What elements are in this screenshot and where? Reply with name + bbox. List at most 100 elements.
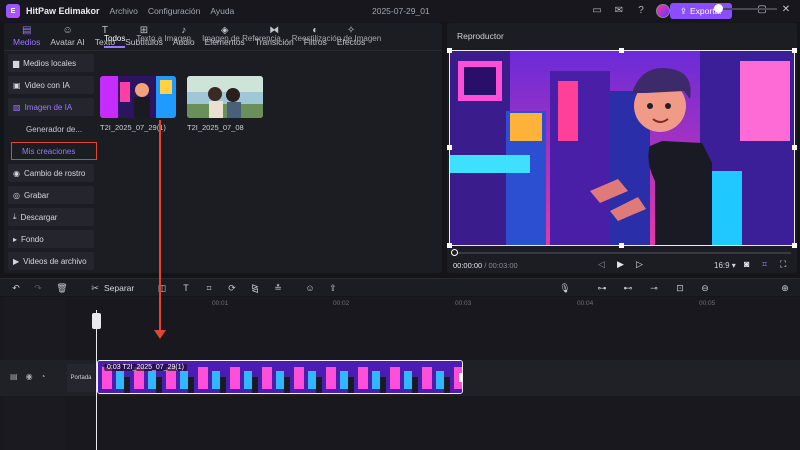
stock-video-icon: ▶: [13, 256, 20, 266]
close-icon[interactable]: ✕: [780, 4, 792, 16]
menu-archivo[interactable]: Archivo: [110, 6, 138, 16]
zoom-in-icon[interactable]: ⊕: [779, 282, 791, 294]
media-thumbnail-1[interactable]: [100, 76, 176, 118]
menu-configuracion[interactable]: Configuración: [148, 6, 200, 16]
current-time: 00:00:00: [453, 261, 483, 270]
snap-icon[interactable]: ⊷: [622, 282, 634, 294]
ruler-label: 00:02: [333, 300, 350, 307]
ai-video-icon: ▣: [13, 80, 21, 90]
fullscreen-icon[interactable]: ⛶: [780, 259, 786, 270]
cover-thumbnail[interactable]: Portada: [67, 364, 95, 392]
sidebar-item-grabar[interactable]: ◎ Grabar: [8, 186, 94, 204]
subtab-texto-imagen[interactable]: Texto a Imagen: [136, 34, 191, 48]
timeline-ruler[interactable]: [96, 298, 800, 310]
split-button[interactable]: Separar: [104, 283, 134, 293]
subtab-todos[interactable]: Todos: [104, 34, 125, 48]
menu-ayuda[interactable]: Ayuda: [210, 6, 234, 16]
subtab-reestilizacion[interactable]: Reestilización de Imagen: [292, 34, 381, 48]
resize-handle-tr[interactable]: [792, 48, 797, 53]
avatar[interactable]: [656, 4, 670, 18]
adjust-icon[interactable]: ≛: [272, 282, 284, 294]
aspect-ratio-select[interactable]: 16:9 ▾: [714, 261, 736, 270]
rotate-icon[interactable]: ⟳: [226, 282, 238, 294]
sidebar-item-medios-locales[interactable]: ▆ Medios locales: [8, 54, 94, 72]
crop-tool-icon[interactable]: ⌗: [203, 282, 215, 294]
track-mute-icon[interactable]: ◔: [41, 372, 46, 381]
tab-avatar-ai[interactable]: ☺ Avatar AI: [45, 25, 89, 50]
sidebar-item-generador[interactable]: Generador de...: [8, 120, 94, 138]
text-tool-icon[interactable]: T: [180, 282, 192, 294]
sidebar-item-mis-creaciones[interactable]: Mis creaciones: [11, 142, 97, 160]
sidebar-item-videos-archivo[interactable]: ▶ Videos de archivo: [8, 252, 94, 270]
ruler-label: 00:04: [577, 300, 594, 307]
ruler-label: 00:05: [699, 300, 716, 307]
delete-icon[interactable]: 🗑: [56, 282, 68, 294]
undo-icon[interactable]: ↶: [10, 282, 22, 294]
sidebar-item-descargar[interactable]: ⤓ Descargar: [8, 208, 94, 226]
freeze-icon[interactable]: ◫: [156, 282, 168, 294]
clip-trim-handle[interactable]: [459, 373, 462, 382]
zoom-slider[interactable]: [715, 8, 777, 10]
preview-video[interactable]: [449, 50, 795, 246]
folder-icon: ▤: [21, 25, 32, 36]
sidebar-item-cambio-rostro[interactable]: ◉ Cambio de rostro: [8, 164, 94, 182]
record-icon: ◎: [13, 190, 20, 200]
folder-icon: ▆: [13, 58, 20, 68]
project-name: 2025-07-29_01: [372, 6, 430, 16]
fit-icon[interactable]: ⊡: [674, 282, 686, 294]
feedback-icon[interactable]: ✉: [612, 4, 626, 18]
ai-image-icon: ▧: [13, 102, 21, 112]
layout-icon[interactable]: ▭: [590, 4, 604, 18]
track-visibility-icon[interactable]: ◉: [26, 372, 33, 381]
clip-label: 0:03 T2I_2025_07_29(1): [104, 364, 187, 371]
help-icon[interactable]: ?: [634, 4, 648, 18]
play-icon[interactable]: ▶: [617, 259, 624, 270]
sidebar-item-video-ia[interactable]: ▣ Video con IA: [8, 76, 94, 94]
track-stack-icon[interactable]: ▤: [10, 372, 18, 381]
playhead-handle[interactable]: [92, 313, 101, 329]
snapshot-icon[interactable]: ◙: [744, 259, 749, 269]
redo-icon[interactable]: ↷: [32, 282, 44, 294]
scissors-icon[interactable]: ✂: [89, 282, 101, 294]
export-button[interactable]: ⇪ Exportar: [670, 3, 732, 19]
crop-icon[interactable]: ⌗: [762, 259, 767, 270]
zoom-slider-knob[interactable]: [714, 4, 723, 13]
resize-handle-l[interactable]: [447, 145, 452, 150]
zoom-out-icon[interactable]: ⊖: [699, 282, 711, 294]
title-tools: ▭ ✉ ?: [590, 4, 670, 18]
minimize-icon[interactable]: –: [732, 4, 744, 16]
link-icon[interactable]: ⊶: [596, 282, 608, 294]
microphone-icon[interactable]: 🎙: [559, 282, 571, 294]
total-time: 00:03:00: [488, 261, 518, 270]
face-icon[interactable]: ☺: [304, 282, 316, 294]
playhead[interactable]: [96, 310, 97, 450]
player-progress-bar[interactable]: [453, 252, 791, 254]
player-progress-knob[interactable]: [451, 249, 458, 256]
sidebar-item-fondo[interactable]: ▸ Fondo: [8, 230, 94, 248]
resize-handle-r[interactable]: [792, 145, 797, 150]
sidebar-item-imagen-ia[interactable]: ▧ Imagen de IA: [8, 98, 94, 116]
mirror-icon[interactable]: ⧎: [249, 282, 261, 294]
media-thumbnail-2-label: T2I_2025_07_08: [187, 123, 244, 132]
resize-handle-tl[interactable]: [447, 48, 452, 53]
media-sidebar: ▆ Medios locales ▣ Video con IA ▧ Imagen de…: [8, 54, 97, 274]
resize-handle-br[interactable]: [792, 243, 797, 248]
resize-handle-t[interactable]: [619, 48, 624, 53]
resize-handle-bl[interactable]: [447, 243, 452, 248]
export-frame-icon[interactable]: ⇪: [327, 282, 339, 294]
aspect-ratio-value: 16:9: [714, 261, 730, 270]
app-name: HitPaw Edimakor: [26, 6, 100, 16]
media-thumbnail-2[interactable]: [187, 76, 263, 118]
subtab-imagen-referencia[interactable]: Imagen de Referencia: [202, 34, 281, 48]
tab-medios[interactable]: ▤ Medios: [8, 25, 45, 50]
menu-bar: Archivo Configuración Ayuda: [110, 6, 235, 16]
split-audio-icon[interactable]: ⊸: [648, 282, 660, 294]
maximize-icon[interactable]: ▢: [756, 4, 768, 16]
player-title: Reproductor: [457, 31, 504, 41]
next-frame-icon[interactable]: ▷: [636, 259, 643, 270]
prev-frame-icon[interactable]: ◁: [598, 259, 605, 270]
timeline-toolbar: ↶ ↷ 🗑 ✂ Separar ◫ T ⌗ ⟳ ⧎ ≛ ☺ ⇪ 🎙 ⊶ ⊷ ⊸ …: [0, 278, 800, 296]
resize-handle-b[interactable]: [619, 243, 624, 248]
ruler-label: 00:01: [212, 300, 229, 307]
media-subtabs: Todos Texto a Imagen Imagen de Referenci…: [104, 34, 381, 48]
